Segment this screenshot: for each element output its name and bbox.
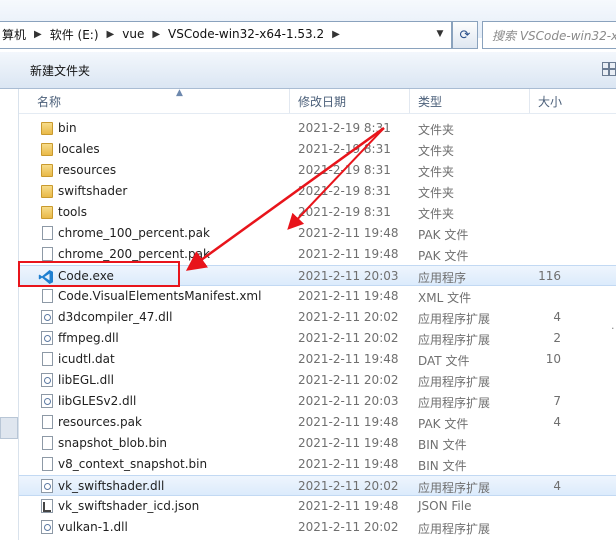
side-text-fragment: · (611, 322, 615, 335)
annotation-arrows (185, 126, 385, 271)
arrow-line (287, 127, 385, 230)
arrow-line (185, 126, 385, 271)
